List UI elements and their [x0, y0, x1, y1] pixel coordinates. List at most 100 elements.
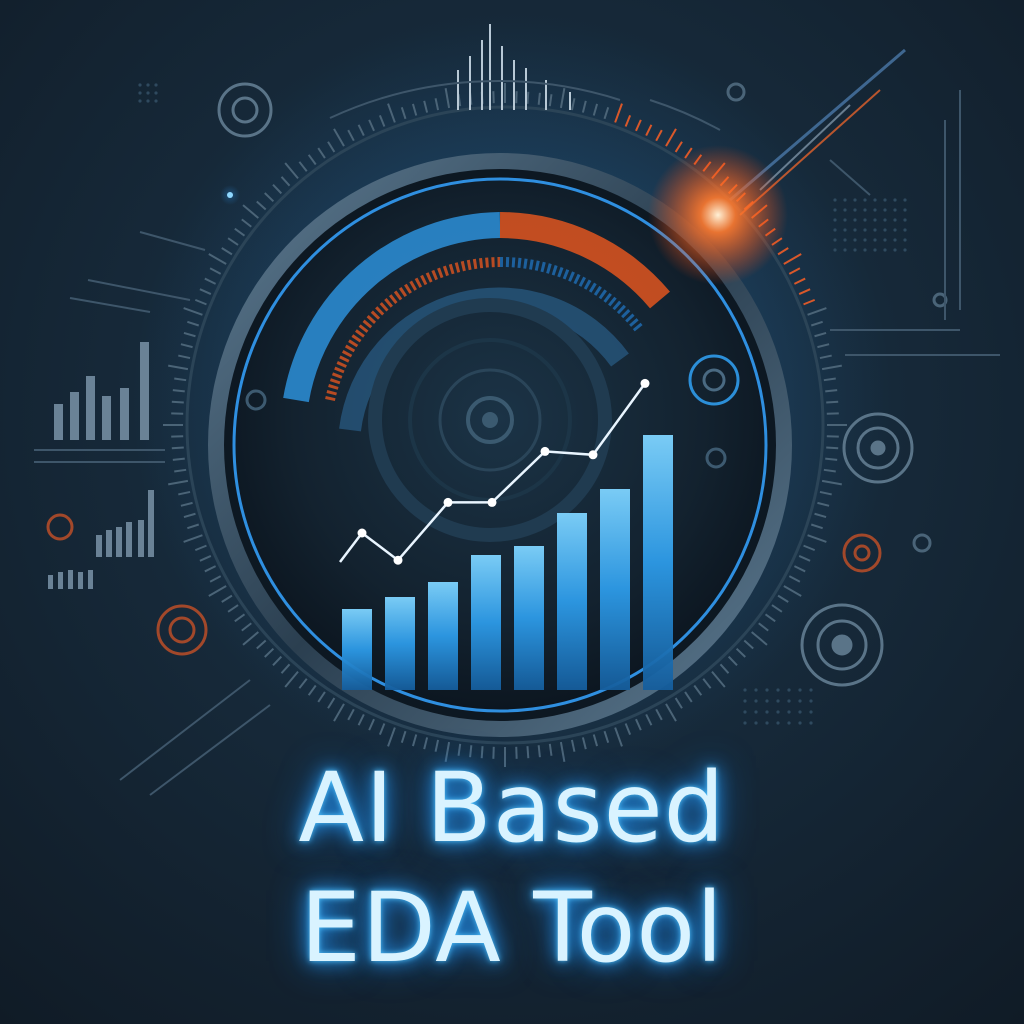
grid-dot — [863, 218, 867, 222]
grid-dot — [893, 208, 897, 212]
grid-dot — [146, 91, 150, 95]
trend-point — [588, 450, 598, 460]
grid-dot — [843, 228, 847, 232]
grid-dot — [154, 83, 158, 87]
chart-bar — [342, 609, 372, 690]
grid-dot — [809, 699, 813, 703]
grid-dot — [765, 721, 769, 725]
grid-dot — [853, 248, 857, 252]
grid-dot — [809, 710, 813, 714]
grid-dot — [873, 248, 877, 252]
trend-point — [357, 528, 367, 538]
grid-dot — [883, 218, 887, 222]
grid-dot — [893, 228, 897, 232]
grid-dot — [776, 710, 780, 714]
grid-dot — [798, 699, 802, 703]
trend-point — [640, 378, 650, 388]
grid-dot — [798, 721, 802, 725]
grid-dot — [883, 238, 887, 242]
grid-dot — [787, 688, 791, 692]
trend-point — [443, 497, 453, 507]
chart-bar — [385, 597, 415, 690]
grid-dot — [843, 248, 847, 252]
grid-dot — [863, 228, 867, 232]
grid-dot — [787, 721, 791, 725]
grid-dot — [809, 721, 813, 725]
grid-dot — [873, 208, 877, 212]
chart-bar — [600, 489, 630, 690]
title-line-2: EDA Tool — [300, 872, 724, 984]
grid-dot — [154, 99, 158, 103]
grid-dot — [833, 208, 837, 212]
grid-dot — [798, 710, 802, 714]
grid-dot — [853, 228, 857, 232]
grid-dot — [833, 198, 837, 202]
grid-dot — [787, 699, 791, 703]
dial-tick — [172, 389, 185, 393]
chart-bar — [471, 555, 501, 690]
grid-dot — [138, 91, 142, 95]
grid-dot — [146, 99, 150, 103]
grid-dot — [776, 688, 780, 692]
chart-bar — [428, 582, 458, 690]
grid-dot — [903, 208, 907, 212]
grid-dot — [765, 710, 769, 714]
grid-dot — [893, 218, 897, 222]
dial-tick — [825, 457, 838, 461]
grid-dot — [903, 218, 907, 222]
grid-dot — [883, 248, 887, 252]
dial-tick — [526, 91, 530, 104]
trend-point — [540, 446, 550, 456]
grid-dot — [776, 721, 780, 725]
grid-dot — [798, 688, 802, 692]
grid-dot — [873, 218, 877, 222]
grid-dot — [765, 699, 769, 703]
dial-tick — [537, 92, 541, 105]
dial-tick — [172, 457, 185, 461]
grid-dot — [863, 238, 867, 242]
grid-dot — [843, 208, 847, 212]
grid-dot — [903, 238, 907, 242]
grid-dot — [893, 198, 897, 202]
grid-dot — [787, 710, 791, 714]
lens-flare — [648, 145, 788, 285]
grid-dot — [843, 198, 847, 202]
grid-dot — [843, 218, 847, 222]
grid-dot — [873, 198, 877, 202]
grid-dot — [146, 83, 150, 87]
dial-tick — [171, 400, 184, 404]
chart-bar — [643, 435, 673, 690]
dial-tick — [825, 389, 838, 393]
grid-dot — [833, 228, 837, 232]
grid-dot — [776, 699, 780, 703]
logo-artwork: AI Based EDA Tool — [0, 0, 1024, 1024]
grid-dot — [743, 710, 747, 714]
grid-dot — [754, 721, 758, 725]
grid-dot — [853, 238, 857, 242]
emblem-artwork — [34, 20, 1000, 796]
grid-dot — [893, 248, 897, 252]
grid-dot — [154, 91, 158, 95]
dial-tick — [826, 400, 839, 404]
grid-dot — [743, 699, 747, 703]
grid-dot — [863, 208, 867, 212]
grid-dot — [903, 228, 907, 232]
grid-dot — [853, 198, 857, 202]
grid-dot — [743, 721, 747, 725]
grid-dot — [883, 208, 887, 212]
grid-dot — [765, 688, 769, 692]
chart-bar — [514, 546, 544, 690]
grid-dot — [809, 688, 813, 692]
grid-dot — [853, 208, 857, 212]
chart-bar — [557, 513, 587, 690]
grid-dot — [863, 248, 867, 252]
grid-dot — [743, 688, 747, 692]
grid-dot — [893, 238, 897, 242]
grid-dot — [138, 99, 142, 103]
grid-dot — [833, 248, 837, 252]
grid-dot — [883, 198, 887, 202]
grid-dot — [138, 83, 142, 87]
trend-point — [393, 555, 403, 565]
grid-dot — [903, 198, 907, 202]
grid-dot — [903, 248, 907, 252]
